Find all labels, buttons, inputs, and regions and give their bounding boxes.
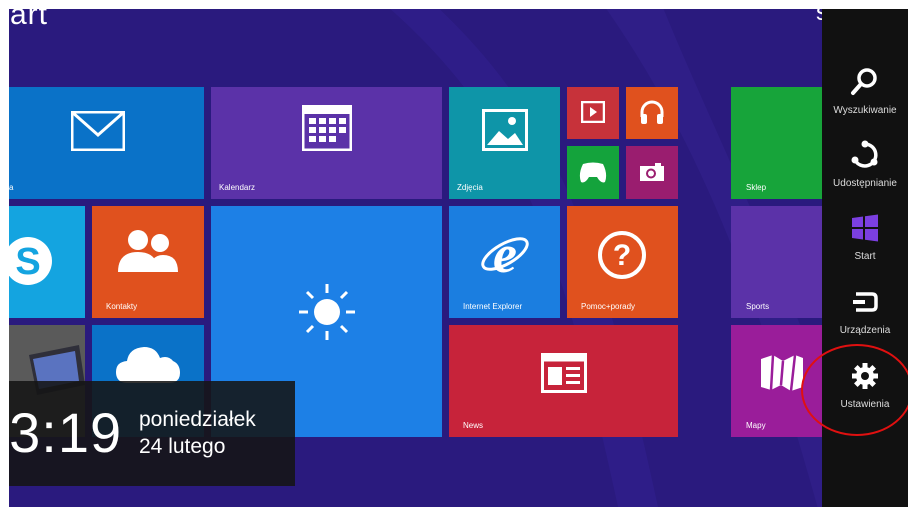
tile-label: a	[9, 183, 14, 192]
tile-internet-explorer[interactable]: e Internet Explorer	[449, 206, 560, 318]
clock-overlay: 13:19 poniedziałek 24 lutego	[0, 381, 295, 486]
charm-label: Wyszukiwanie	[833, 105, 897, 116]
share-icon	[851, 140, 878, 168]
tile-news[interactable]: News	[449, 325, 678, 437]
map-icon	[761, 354, 803, 391]
tile-music[interactable]	[626, 87, 678, 139]
charm-settings[interactable]: Ustawienia	[822, 361, 908, 433]
frame-top	[0, 0, 908, 9]
tile-people[interactable]: Kontakty	[92, 206, 204, 318]
tile-games[interactable]	[567, 146, 619, 199]
tile-sports[interactable]: Sports	[731, 206, 822, 318]
mail-icon	[71, 111, 125, 151]
svg-text:?: ?	[613, 239, 631, 272]
tile-mail[interactable]: a	[9, 87, 204, 199]
tile-help[interactable]: ? Pomoc+porady	[567, 206, 678, 318]
frame-bottom	[0, 507, 908, 516]
video-icon	[581, 101, 605, 123]
clock-day: poniedziałek	[139, 408, 256, 431]
windows-logo-icon	[852, 214, 878, 242]
frame-left	[0, 0, 9, 516]
tile-label: Mapy	[746, 421, 766, 430]
charms-bar: Wyszukiwanie Udostępnianie Start Urządze…	[822, 9, 908, 507]
tile-store[interactable]: Sklep	[731, 87, 822, 199]
camera-icon	[640, 163, 664, 181]
sun-icon	[299, 284, 355, 340]
tile-camera[interactable]	[626, 146, 678, 199]
tile-label: News	[463, 421, 484, 430]
tile-photos[interactable]: Zdjęcia	[449, 87, 560, 199]
start-screen: art s a Kalendarz Zdjęcia	[0, 0, 908, 516]
photo-icon	[482, 109, 528, 151]
charm-devices[interactable]: Urządzenia	[822, 287, 908, 359]
tile-label: Kontakty	[106, 302, 138, 311]
tile-skype[interactable]: S	[9, 206, 85, 318]
calendar-icon	[302, 105, 352, 151]
clock-time: 13:19	[0, 401, 123, 464]
svg-text:e: e	[493, 228, 517, 280]
tile-label: Internet Explorer	[463, 302, 523, 311]
charm-share[interactable]: Udostępnianie	[822, 140, 908, 212]
tile-label: Kalendarz	[219, 183, 256, 192]
tile-label: Zdjęcia	[457, 183, 483, 192]
charm-label: Udostępnianie	[833, 178, 897, 189]
tile-label: Pomoc+porady	[581, 302, 636, 311]
devices-icon	[853, 292, 878, 312]
search-icon	[851, 68, 877, 95]
charm-search[interactable]: Wyszukiwanie	[822, 67, 908, 139]
newspaper-icon	[541, 353, 587, 393]
tile-video[interactable]	[567, 87, 619, 139]
clock-date: 24 lutego	[139, 435, 226, 458]
tile-maps[interactable]: Mapy	[731, 325, 822, 437]
charm-label: Start	[854, 251, 876, 262]
internet-explorer-icon: e	[481, 228, 529, 280]
svg-text:S: S	[15, 241, 40, 283]
tile-calendar[interactable]: Kalendarz	[211, 87, 442, 199]
charm-label: Urządzenia	[839, 325, 891, 336]
tile-label: Sklep	[746, 183, 767, 192]
people-icon	[118, 230, 178, 272]
headphones-icon	[640, 100, 664, 124]
cloud-icon	[116, 347, 180, 383]
help-icon: ?	[598, 231, 646, 279]
xbox-controller-icon	[579, 162, 607, 183]
tile-label: Sports	[746, 302, 770, 311]
skype-icon: S	[9, 237, 52, 285]
charm-label: Ustawienia	[840, 399, 890, 410]
charm-start[interactable]: Start	[822, 213, 908, 285]
gear-icon	[852, 363, 878, 389]
